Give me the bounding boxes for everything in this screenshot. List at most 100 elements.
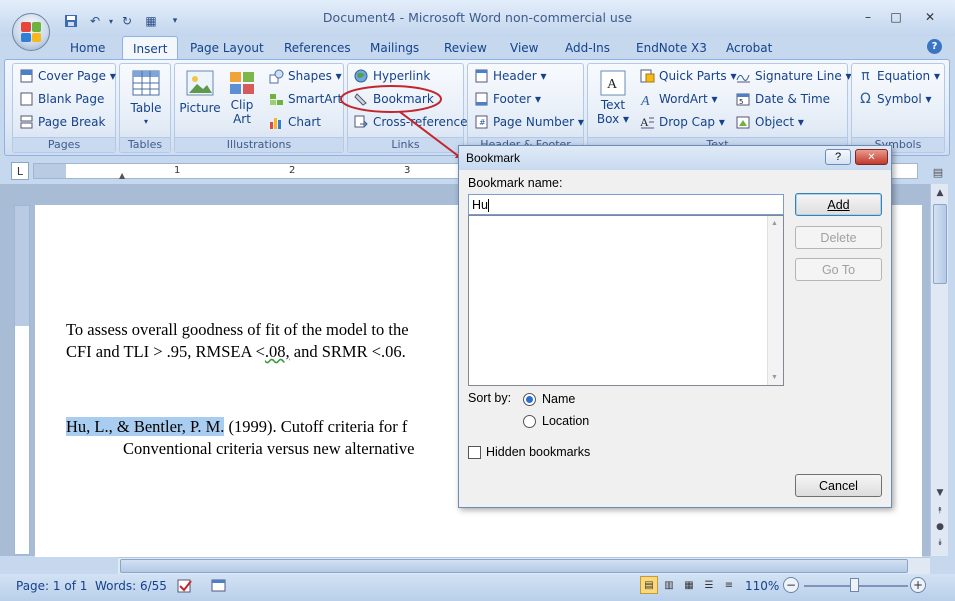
group-symbols: π Equation ▾ Ω Symbol ▾ Symbols <box>851 63 945 153</box>
next-page-icon[interactable]: ⯯ <box>933 536 947 550</box>
group-label-pages: Pages <box>13 137 115 152</box>
scroll-down-icon[interactable]: ▼ <box>933 486 947 500</box>
reference-line: Conventional criteria versus new alterna… <box>123 439 415 458</box>
tab-selector-icon[interactable]: L <box>11 162 29 180</box>
quick-parts-button[interactable]: Quick Parts ▾ <box>640 66 737 86</box>
date-time-button[interactable]: 5 Date & Time <box>736 89 830 109</box>
sort-name-radio[interactable]: Name <box>523 392 575 406</box>
proofing-icon[interactable] <box>176 577 194 595</box>
header-button[interactable]: Header ▾ <box>474 66 547 86</box>
object-icon <box>736 115 751 130</box>
shapes-button[interactable]: Shapes ▾ <box>269 66 342 86</box>
web-layout-icon[interactable]: ▦ <box>680 576 698 594</box>
ruler-mark: 2 <box>289 165 296 176</box>
scroll-thumb[interactable] <box>933 204 947 284</box>
tab-mailings[interactable]: Mailings <box>360 37 429 59</box>
shapes-icon <box>269 69 284 84</box>
previous-page-icon[interactable]: ⯭ <box>933 504 947 518</box>
group-text: A Text Box ▾ Quick Parts ▾ A WordArt ▾ AD… <box>587 63 852 153</box>
zoom-in-icon[interactable]: + <box>910 577 926 593</box>
office-button[interactable] <box>12 13 50 51</box>
table-button[interactable]: Table ▾ <box>128 68 164 129</box>
smartart-button[interactable]: SmartArt <box>269 89 342 109</box>
svg-text:5: 5 <box>739 98 743 106</box>
zoom-slider-thumb[interactable] <box>850 578 859 592</box>
tab-acrobat[interactable]: Acrobat <box>716 37 782 59</box>
outline-icon[interactable]: ☰ <box>700 576 718 594</box>
symbol-button[interactable]: Ω Symbol ▾ <box>858 89 931 109</box>
group-label-tables: Tables <box>120 137 170 152</box>
tab-review[interactable]: Review <box>434 37 497 59</box>
tab-endnote[interactable]: EndNote X3 <box>626 37 717 59</box>
footer-button[interactable]: Footer ▾ <box>474 89 541 109</box>
list-scroll-up-icon[interactable]: ▲ <box>771 220 778 227</box>
grid-icon[interactable]: ▦ <box>142 12 160 30</box>
blank-page-button[interactable]: Blank Page <box>19 89 104 109</box>
page-number-button[interactable]: # Page Number ▾ <box>474 112 584 132</box>
drop-cap-button[interactable]: A Drop Cap ▾ <box>640 112 725 132</box>
add-button[interactable]: Add <box>795 193 882 216</box>
scroll-up-icon[interactable]: ▲ <box>933 186 947 200</box>
view-ruler-icon[interactable]: ▤ <box>930 164 946 180</box>
text-cursor <box>487 199 489 213</box>
tab-home[interactable]: Home <box>60 37 115 59</box>
sort-by-label: Sort by: <box>468 391 512 405</box>
list-scrollbar[interactable]: ▲ ▼ <box>767 216 783 385</box>
picture-button[interactable]: Picture <box>179 68 221 115</box>
dialog-close-button[interactable]: ✕ <box>855 149 888 165</box>
maximize-button[interactable]: □ <box>883 8 909 26</box>
print-layout-icon[interactable]: ▤ <box>640 576 658 594</box>
cover-page-button[interactable]: Cover Page ▾ <box>19 66 116 86</box>
page-count[interactable]: Page: 1 of 1 <box>16 579 87 593</box>
customize-qat-icon[interactable]: ▾ <box>166 12 184 30</box>
checkbox-icon <box>468 445 481 459</box>
tab-add-ins[interactable]: Add-Ins <box>555 37 620 59</box>
save-icon[interactable] <box>62 12 80 30</box>
help-icon[interactable]: ? <box>927 39 942 54</box>
tab-insert[interactable]: Insert <box>122 36 179 60</box>
quick-parts-icon <box>640 69 655 84</box>
bookmark-name-input[interactable]: Hu <box>468 194 784 215</box>
group-tables: Table ▾ Tables <box>119 63 171 153</box>
tab-view[interactable]: View <box>500 37 548 59</box>
zoom-level[interactable]: 110% <box>745 579 779 593</box>
calendar-icon: 5 <box>736 92 751 107</box>
chart-button[interactable]: Chart <box>269 112 321 132</box>
redo-icon[interactable]: ↻ <box>118 12 136 30</box>
hyperlink-button[interactable]: Hyperlink <box>354 66 430 86</box>
ruler-mark: 3 <box>404 165 411 176</box>
zoom-out-icon[interactable]: − <box>783 577 799 593</box>
macro-icon[interactable] <box>210 577 228 595</box>
hidden-bookmarks-checkbox[interactable]: Hidden bookmarks <box>468 445 590 459</box>
table-icon <box>132 70 160 96</box>
go-to-button[interactable]: Go To <box>795 258 882 281</box>
bookmark-list[interactable]: ▲ ▼ <box>468 215 784 386</box>
text-box-button[interactable]: A Text Box ▾ <box>592 68 634 126</box>
wordart-button[interactable]: A WordArt ▾ <box>640 89 718 109</box>
cancel-button[interactable]: Cancel <box>795 474 882 497</box>
page-break-button[interactable]: Page Break <box>19 112 105 132</box>
draft-icon[interactable]: ≡ <box>720 576 738 594</box>
dialog-help-button[interactable]: ? <box>825 149 851 165</box>
svg-text:A: A <box>640 115 649 129</box>
tab-page-layout[interactable]: Page Layout <box>180 37 274 59</box>
vertical-ruler[interactable] <box>14 205 30 555</box>
delete-button[interactable]: Delete <box>795 226 882 249</box>
indent-marker-icon[interactable]: ▲ <box>119 171 125 180</box>
sort-location-radio[interactable]: Location <box>523 414 589 428</box>
close-button[interactable]: ✕ <box>912 8 948 26</box>
signature-line-button[interactable]: Signature Line ▾ <box>736 66 852 86</box>
blank-page-icon <box>19 92 34 107</box>
word-count[interactable]: Words: 6/55 <box>95 579 167 593</box>
equation-button[interactable]: π Equation ▾ <box>858 66 940 86</box>
tab-references[interactable]: References <box>274 37 361 59</box>
vertical-scrollbar[interactable]: ▲ ▼ ⯭ ● ⯯ <box>930 184 948 556</box>
clip-art-button[interactable]: Clip Art <box>225 68 259 126</box>
object-button[interactable]: Object ▾ <box>736 112 804 132</box>
full-screen-reading-icon[interactable]: ▥ <box>660 576 678 594</box>
minimize-button[interactable]: – <box>855 8 881 26</box>
browse-object-icon[interactable]: ● <box>933 520 947 534</box>
scroll-thumb[interactable] <box>120 559 908 573</box>
list-scroll-down-icon[interactable]: ▼ <box>771 374 778 381</box>
horizontal-scrollbar[interactable] <box>118 557 930 574</box>
